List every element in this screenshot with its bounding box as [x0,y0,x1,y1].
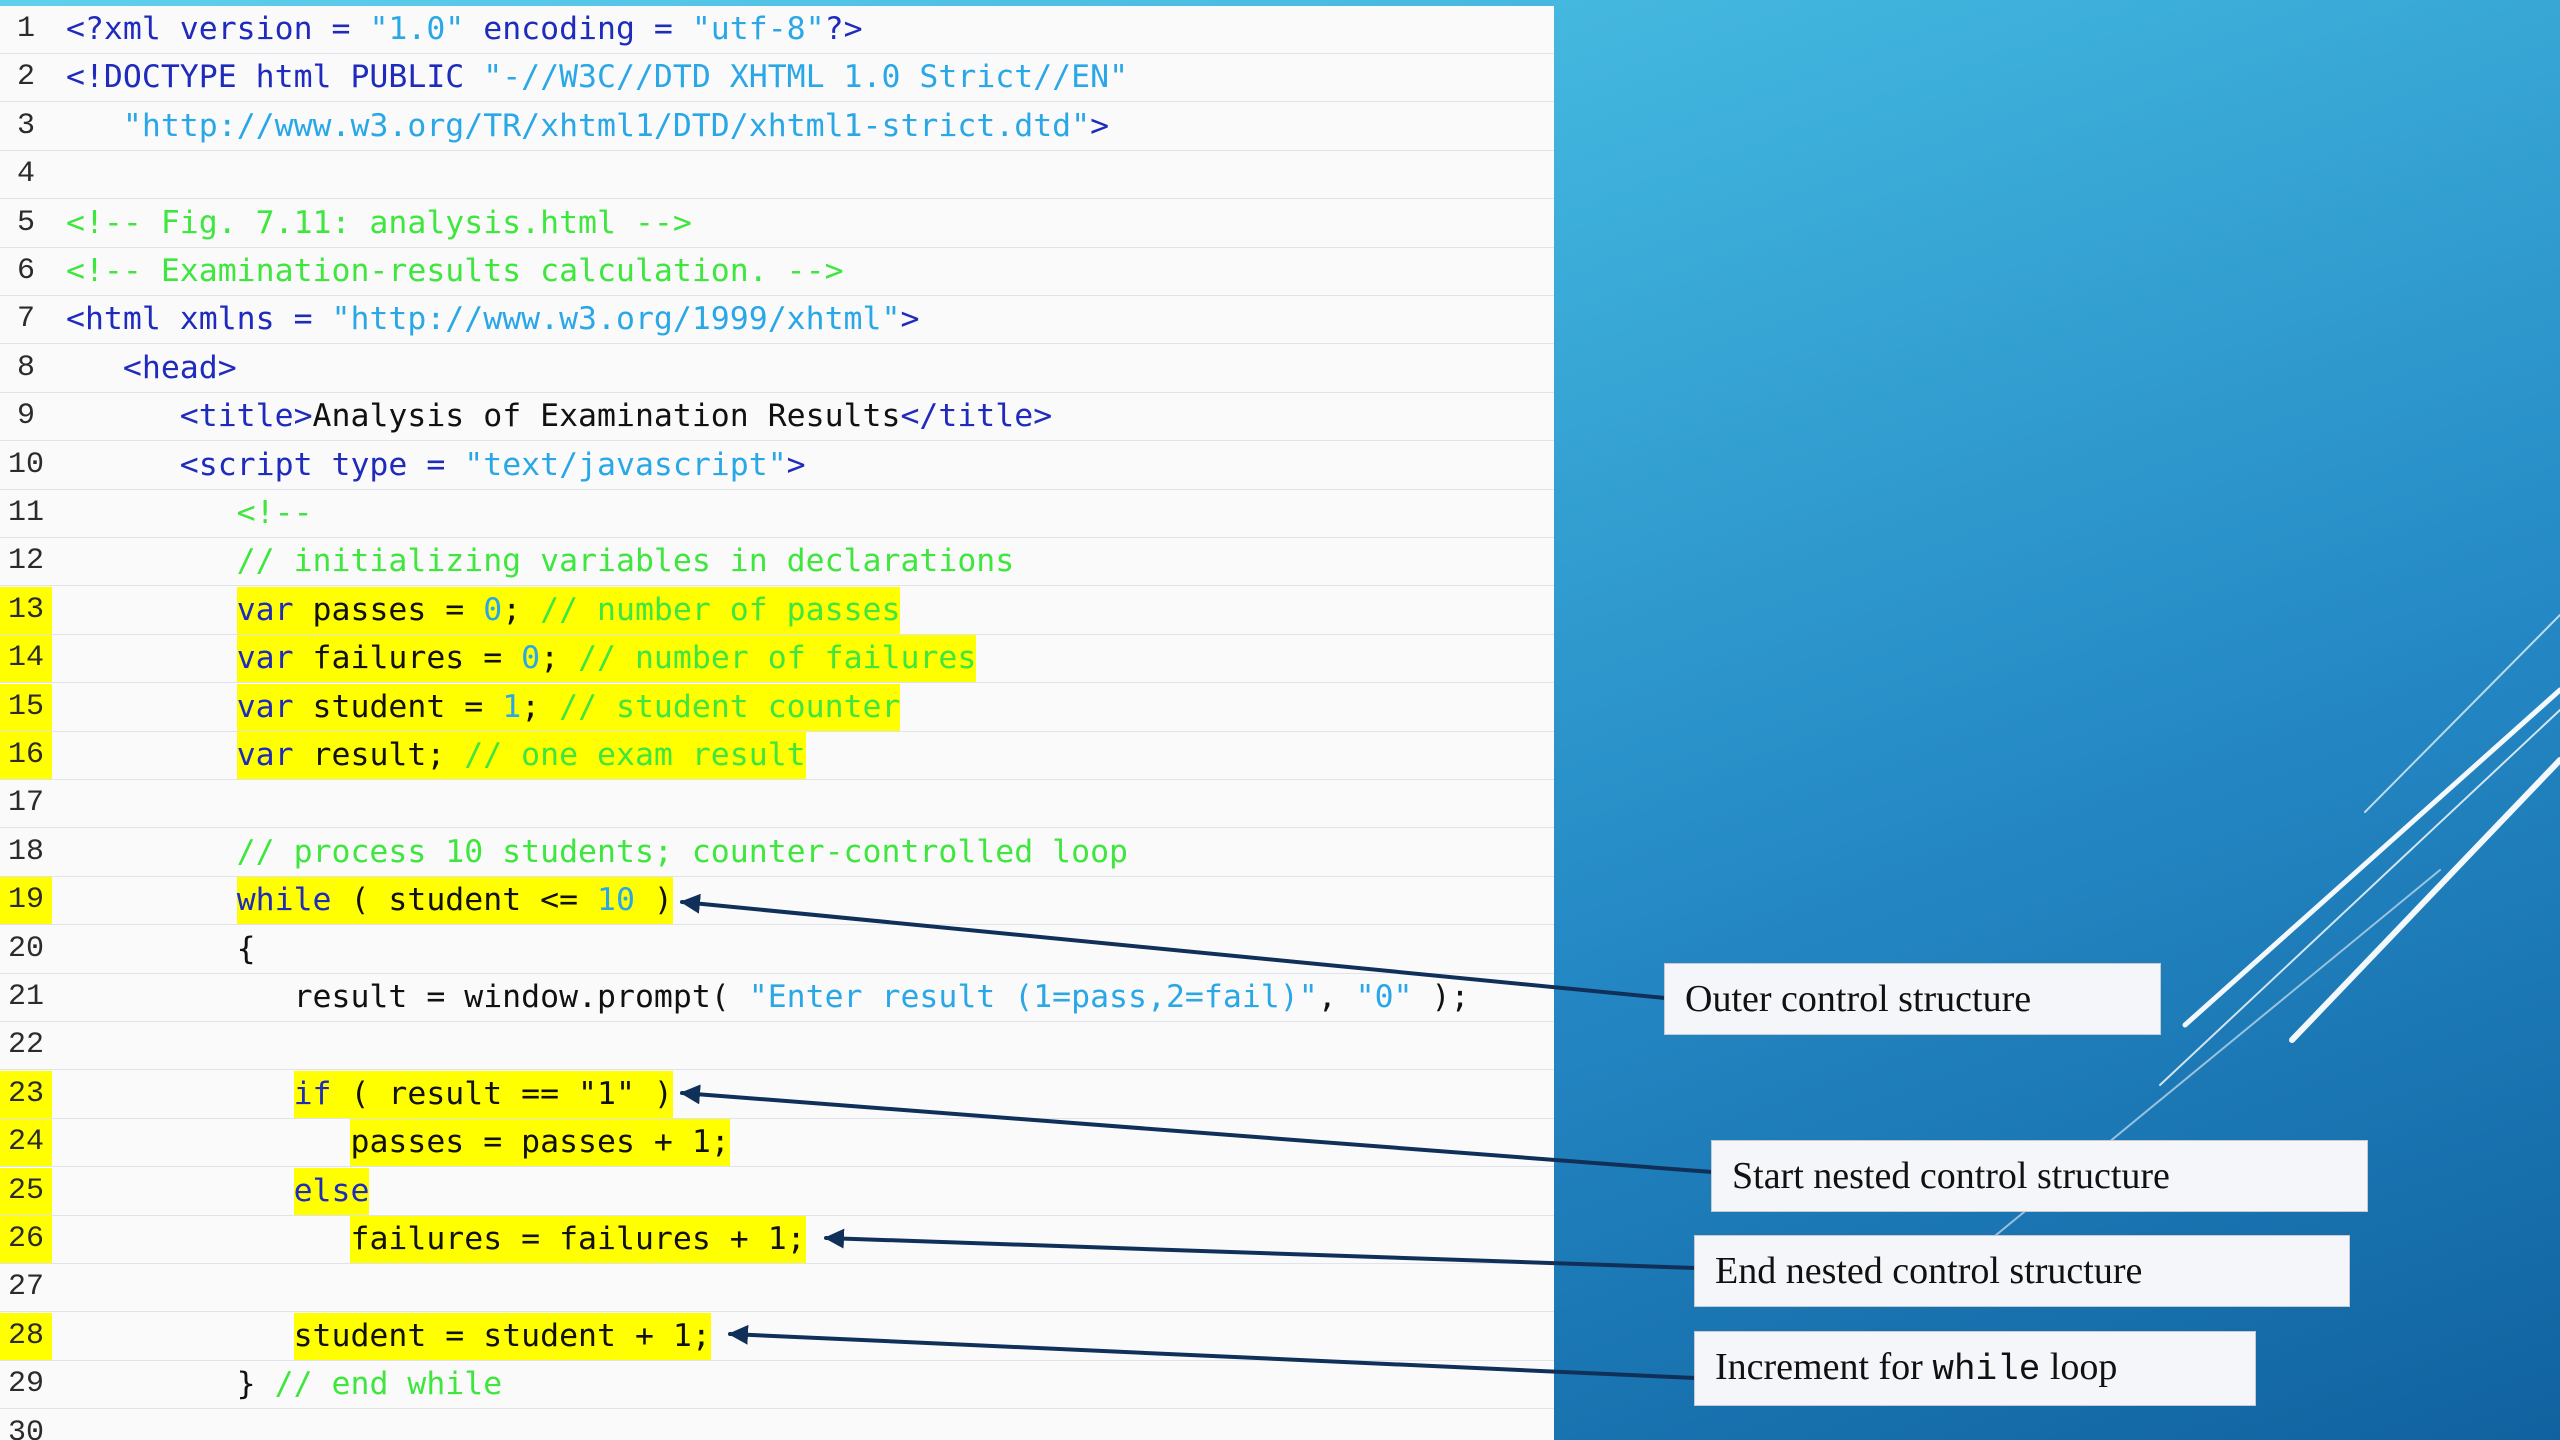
callout-start-nested: Start nested control structure [1711,1140,2368,1212]
arrow-increment [728,1324,1697,1380]
arrow-end-nested [824,1228,1697,1270]
callout-increment-prefix: Increment for [1715,1346,1933,1388]
callout-end-nested: End nested control structure [1694,1235,2350,1307]
callout-increment-keyword: while [1932,1349,2041,1390]
callout-outer-text: Outer control structure [1685,978,2032,1020]
callout-end-nested-text: End nested control structure [1715,1250,2143,1292]
callout-increment-suffix: loop [2040,1346,2118,1388]
arrow-outer [680,893,1667,1000]
callout-arrows [680,893,1714,1380]
callout-start-nested-text: Start nested control structure [1732,1155,2170,1197]
callout-outer-control: Outer control structure [1664,963,2161,1035]
arrow-start-nested [680,1084,1714,1174]
callout-increment: Increment for while loop [1694,1331,2256,1406]
